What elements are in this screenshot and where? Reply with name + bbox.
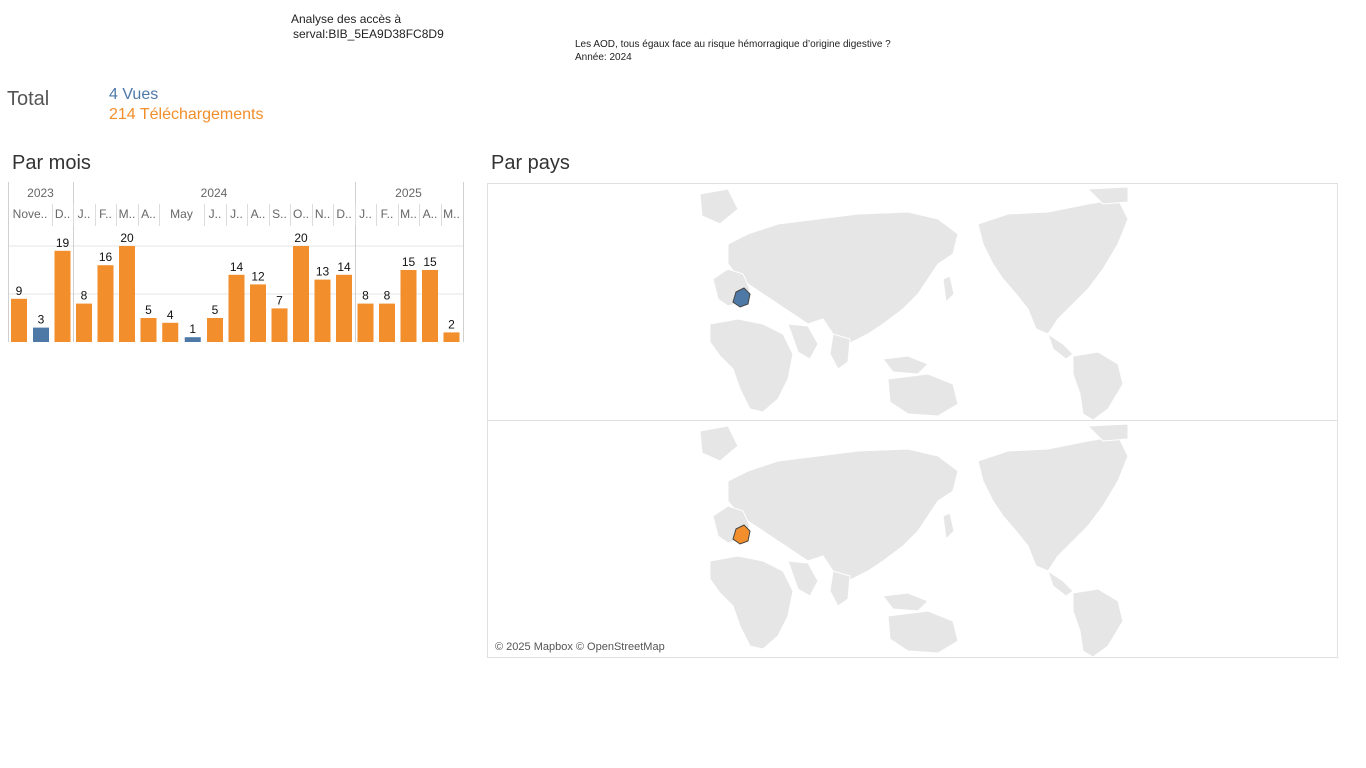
bar-value-label: 16 [99,250,113,264]
by-month-title: Par mois [12,152,91,174]
world-map-views[interactable] [488,184,1337,420]
map-downloads-panel[interactable] [487,420,1338,658]
month-label: F.. [381,207,394,221]
total-views[interactable]: 4 Vues [109,86,158,104]
by-country-title: Par pays [491,152,570,174]
month-label: M.. [400,207,417,221]
map-attribution: © 2025 Mapbox © OpenStreetMap [495,641,665,653]
document-title: Les AOD, tous égaux face au risque hémor… [575,39,891,50]
month-label: S.. [272,207,287,221]
bar-downloads [119,246,135,342]
month-label: Nove.. [13,207,48,221]
total-downloads[interactable]: 214 Téléchargements [109,106,263,124]
report-title-line1: Analyse des accès à [291,12,402,26]
bar-value-label: 20 [294,231,308,245]
report-title: Analyse des accès à serval:BIB_5EA9D38FC… [291,12,444,42]
bar-downloads [314,279,331,342]
bar-downloads [162,322,179,342]
month-label: May [170,207,193,221]
bar-value-label: 20 [120,231,134,245]
month-label: O.. [293,207,309,221]
month-label: D.. [55,207,70,221]
bar-downloads [357,303,374,342]
month-label: F.. [99,207,112,221]
month-label: A.. [141,207,156,221]
bar-value-label: 3 [38,313,45,327]
year-label: 2024 [201,186,228,200]
month-label: M.. [443,207,460,221]
bar-value-label: 5 [212,303,219,317]
bar-value-label: 9 [16,284,23,298]
bar-views [184,337,201,342]
monthly-bar-chart: 2023 2024 2025Nove.. D.. J.. F.. M.. A.. May J.. J… [8,182,464,342]
bar-value-label: 8 [384,289,391,303]
world-map-downloads[interactable] [488,421,1337,657]
bar-downloads [422,270,438,342]
bar-value-label: 7 [276,293,283,307]
month-label: N.. [315,207,330,221]
bar-value-label: 2 [448,317,455,331]
bar-downloads [207,318,223,342]
bar-downloads [379,303,395,342]
bar-value-label: 15 [423,255,437,269]
total-label: Total [7,88,50,110]
month-label: D.. [336,207,351,221]
year-label: 2023 [27,186,54,200]
bar-downloads [140,318,157,342]
month-label: J.. [78,207,91,221]
bar-downloads [54,250,71,342]
document-year: Année: 2024 [575,52,632,63]
bar-value-label: 12 [251,269,265,283]
month-label: A.. [251,207,266,221]
bar-value-label: 8 [362,289,369,303]
bar-downloads [443,332,460,342]
bar-downloads [293,246,309,342]
bar-value-label: 14 [337,260,351,274]
bar-value-label: 19 [56,236,70,250]
bar-downloads [97,265,114,342]
month-label: M.. [119,207,136,221]
bar-downloads [228,274,245,342]
bar-value-label: 14 [230,260,244,274]
map-views-panel[interactable] [487,183,1338,421]
bar-value-label: 13 [316,265,330,279]
bar-downloads [76,303,92,342]
bar-value-label: 4 [167,308,174,322]
month-label: A.. [423,207,438,221]
bar-downloads [11,298,27,342]
bar-value-label: 5 [145,303,152,317]
bar-downloads [271,308,288,342]
document-info: Les AOD, tous égaux face au risque hémor… [575,38,891,64]
month-label: J.. [230,207,243,221]
bar-value-label: 15 [402,255,416,269]
bar-downloads [336,274,352,342]
year-label: 2025 [395,186,422,200]
bar-downloads [400,270,417,342]
bar-downloads [250,284,266,342]
month-label: J.. [359,207,372,221]
bar-value-label: 1 [189,322,196,336]
bar-value-label: 8 [81,289,88,303]
bar-views [33,327,49,342]
report-title-line2: serval:BIB_5EA9D38FC8D9 [293,27,444,41]
month-label: J.. [209,207,222,221]
